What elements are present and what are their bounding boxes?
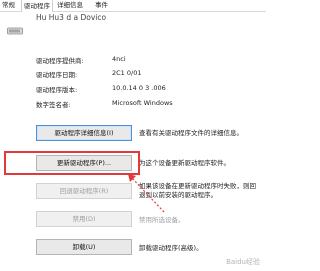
tab-details[interactable]: 详细信息 [57, 0, 91, 11]
update-driver-desc: 为这个设备更新驱动程序软件。 [139, 159, 230, 167]
tab-general[interactable]: 常规 [2, 0, 18, 11]
driver-details-desc: 查看有关驱动程序文件的详细信息。 [139, 129, 243, 137]
tab-events[interactable]: 事件 [95, 0, 111, 11]
device-name: Hu Hu3 d a Dovico [36, 13, 107, 22]
annotation-arrow-icon [128, 174, 165, 213]
signer-value: Microsoft Windows [112, 99, 173, 107]
tab-bar: 常规 驱动程序 详细信息 事件 [0, 0, 266, 12]
rollback-driver-button[interactable]: 回退驱动程序(R) [36, 183, 132, 199]
disable-device-desc: 禁用所选设备。 [139, 216, 185, 224]
uninstall-driver-desc: 卸载驱动程序(高级)。 [139, 244, 203, 252]
date-label: 驱动程序日期: [36, 71, 78, 79]
provider-value: 4nci [112, 55, 126, 63]
uninstall-driver-button[interactable]: 卸载(U) [36, 239, 132, 255]
driver-details-button[interactable]: 驱动程序详细信息(I) [36, 125, 132, 141]
signer-label: 数字签名者: [36, 101, 71, 109]
watermark: Baidu经验 [226, 258, 260, 266]
disable-device-button[interactable]: 禁用(D) [36, 211, 132, 227]
tab-driver[interactable]: 驱动程序 [21, 0, 53, 12]
date-value: 2C1 0/01 [112, 69, 142, 77]
version-value: 10.0.14 0 3 .006 [112, 84, 166, 92]
version-label: 驱动程序版本: [36, 86, 78, 94]
provider-label: 驱动程序提供商: [36, 57, 84, 65]
device-icon [7, 27, 23, 35]
